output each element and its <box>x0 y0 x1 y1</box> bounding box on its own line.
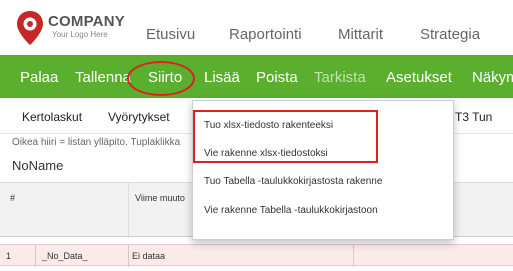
column-header-number: # <box>10 193 16 203</box>
tab-t3-tun[interactable]: T3 Tun <box>455 110 492 124</box>
menu-item-import-tabella[interactable]: Tuo Tabella -taulukkokirjastosta rakenne <box>204 176 382 187</box>
toolbar-poista[interactable]: Poista <box>256 69 298 86</box>
cell-divider <box>128 245 129 267</box>
topnav-mittarit[interactable]: Mittarit <box>338 26 383 43</box>
topnav-strategia[interactable]: Strategia <box>420 26 480 43</box>
company-slogan: Your Logo Here <box>52 30 108 39</box>
tab-kertolaskut[interactable]: Kertolaskut <box>22 110 82 124</box>
tab-vyorytykset[interactable]: Vyörytykset <box>108 110 170 124</box>
topnav-etusivu[interactable]: Etusivu <box>146 26 195 43</box>
topnav-raportointi[interactable]: Raportointi <box>229 26 302 43</box>
cell-divider <box>353 245 354 267</box>
toolbar-lisaa[interactable]: Lisää <box>204 69 240 86</box>
toolbar-asetukset[interactable]: Asetukset <box>386 69 452 86</box>
row-name: _No_Data_ <box>42 251 88 261</box>
column-header-modified: Viime muuto <box>135 193 185 203</box>
section-title: NoName <box>12 158 64 173</box>
hint-text: Oikea hiiri = listan ylläpito. Tuplaklik… <box>12 137 181 148</box>
action-toolbar: Palaa Tallenna Siirto Lisää Poista Tarki… <box>0 55 513 98</box>
toolbar-tallenna[interactable]: Tallenna <box>75 69 131 86</box>
location-pin-logo-icon <box>17 11 43 45</box>
toolbar-nakymat[interactable]: Näkym <box>472 69 513 86</box>
row-number: 1 <box>6 251 12 261</box>
xlsx-options-highlight-box <box>193 110 378 163</box>
siirto-highlight-ellipse <box>127 61 195 96</box>
cell-divider <box>35 245 36 267</box>
menu-item-export-tabella[interactable]: Vie rakenne Tabella -taulukkokirjastoon <box>204 205 378 216</box>
toolbar-tarkista: Tarkista <box>314 69 366 86</box>
column-divider <box>128 183 129 238</box>
app-header: COMPANY Your Logo Here Etusivu Raportoin… <box>0 0 513 55</box>
company-name: COMPANY <box>48 13 125 30</box>
toolbar-palaa[interactable]: Palaa <box>20 69 58 86</box>
table-row[interactable]: 1 _No_Data_ Ei dataa <box>0 244 513 267</box>
row-value: Ei dataa <box>132 251 166 261</box>
